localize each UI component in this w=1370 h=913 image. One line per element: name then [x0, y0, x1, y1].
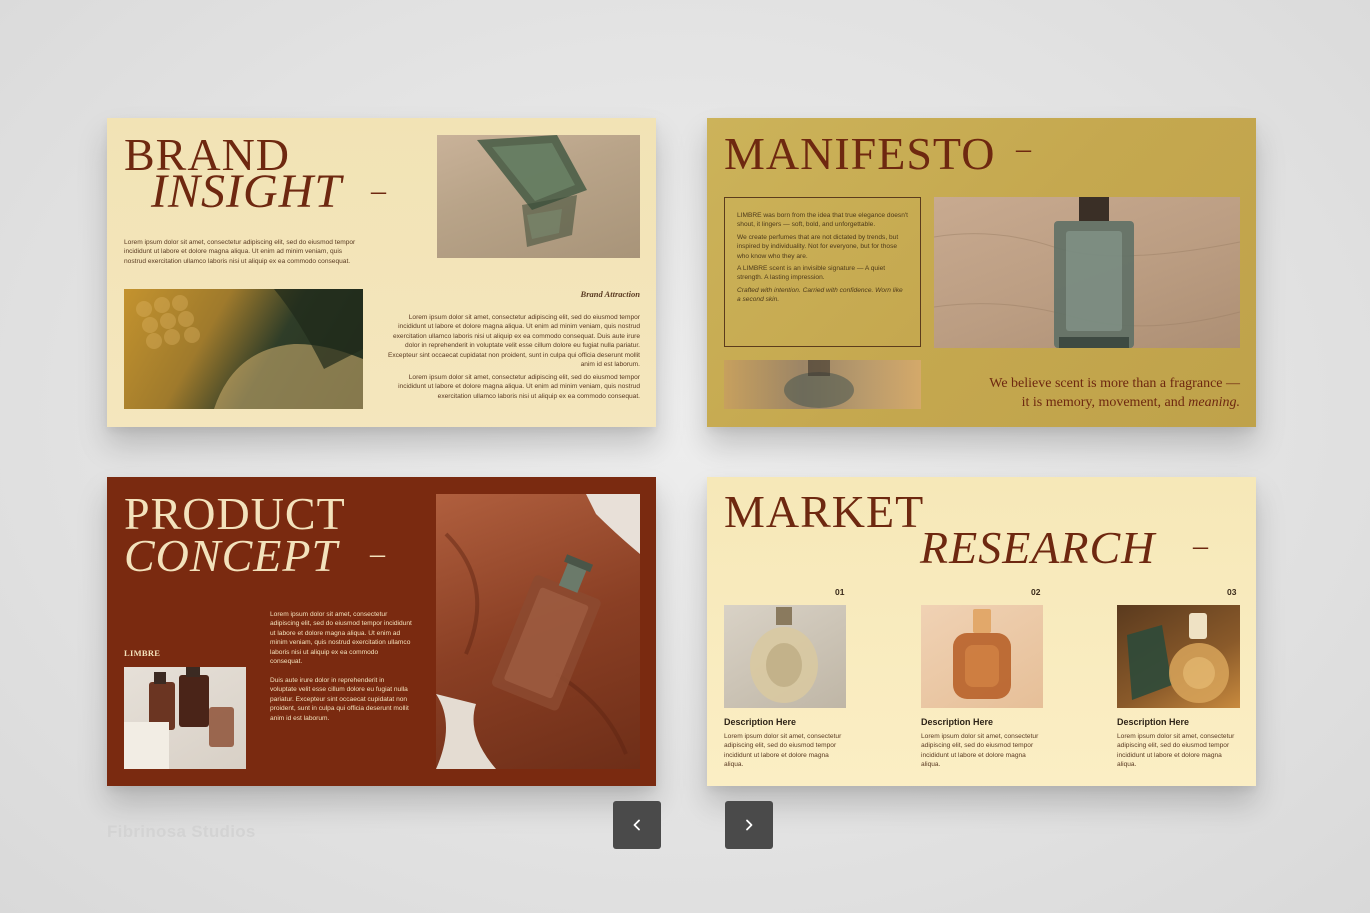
market-research-title-line1: MARKET	[724, 486, 925, 537]
chevron-left-icon	[633, 819, 640, 831]
manifesto-title: MANIFESTO	[724, 128, 996, 179]
brand-insight-intro: Lorem ipsum dolor sit amet, consectetur …	[124, 239, 356, 265]
slide-market-research[interactable]: MARKET RESEARCH – 01 Description Here Lo…	[707, 477, 1256, 786]
research-item-number-3: 03	[1227, 587, 1237, 597]
bottles-group-photo	[124, 667, 246, 769]
manifesto-quote-line1: We believe scent is more than a fragranc…	[989, 376, 1240, 391]
chevron-right-icon	[746, 819, 753, 831]
manifesto-quote: We believe scent is more than a fragranc…	[989, 374, 1240, 412]
market-research-title-line2: RESEARCH	[920, 522, 1156, 573]
bottle-on-fabric-photo	[436, 494, 640, 769]
product-concept-para1: Lorem ipsum dolor sit amet, consectetur …	[270, 611, 412, 666]
research-item-text-2: Lorem ipsum dolor sit amet, consectetur …	[921, 733, 1039, 769]
research-item-number-1: 01	[835, 587, 845, 597]
research-item-text-3: Lorem ipsum dolor sit amet, consectetur …	[1117, 733, 1235, 769]
product-concept-para2: Duis aute irure dolor in reprehenderit i…	[270, 677, 409, 722]
limbre-label: LIMBRE	[124, 648, 161, 658]
product-concept-dash: –	[370, 537, 385, 570]
market-research-dash: –	[1193, 529, 1208, 562]
amber-glass-photo	[124, 289, 363, 409]
slide-brand-insight[interactable]: BRAND INSIGHT – Lorem ipsum dolor sit am…	[107, 118, 656, 427]
bottle-on-sand-photo	[934, 197, 1240, 348]
next-slide-button[interactable]	[725, 801, 773, 849]
research-photo-1	[724, 605, 846, 708]
brand-insight-para1: Lorem ipsum dolor sit amet, consectetur …	[387, 314, 640, 369]
manifesto-box-p1: LIMBRE was born from the idea that true …	[737, 212, 908, 229]
manifesto-box-p2: We create perfumes that are not dictated…	[737, 233, 899, 260]
research-item-text-1: Lorem ipsum dolor sit amet, consectetur …	[724, 733, 842, 769]
slide-manifesto[interactable]: MANIFESTO – LIMBRE was born from the ide…	[707, 118, 1256, 427]
research-photo-3	[1117, 605, 1240, 708]
manifesto-quote-emphasis: meaning.	[1188, 395, 1240, 410]
brand-insight-para2: Lorem ipsum dolor sit amet, consectetur …	[398, 374, 640, 400]
brand-insight-dash: –	[371, 174, 386, 207]
research-photo-2	[921, 605, 1043, 708]
manifesto-quote-line2: it is memory, movement, and meaning.	[1021, 395, 1240, 410]
studio-watermark: Fibrinosa Studios	[107, 822, 256, 841]
brand-insight-title-line2: INSIGHT	[151, 165, 343, 218]
manifesto-box-p4: Crafted with intention. Carried with con…	[737, 286, 903, 304]
research-item-heading-1: Description Here	[724, 717, 797, 727]
blurred-bottle-photo	[724, 360, 921, 409]
research-item-heading-2: Description Here	[921, 717, 994, 727]
manifesto-box-p3: A LIMBRE scent is an invisible signature…	[737, 265, 886, 282]
prev-slide-button[interactable]	[613, 801, 661, 849]
manifesto-text-box: LIMBRE was born from the idea that true …	[724, 197, 921, 347]
manifesto-dash: –	[1016, 132, 1031, 165]
research-item-heading-3: Description Here	[1117, 717, 1190, 727]
green-bottle-photo	[437, 135, 640, 258]
brand-attraction-heading: Brand Attraction	[580, 289, 640, 299]
research-item-number-2: 02	[1031, 587, 1041, 597]
slide-product-concept[interactable]: PRODUCT CONCEPT – LIMBRE Lorem ipsum dol…	[107, 477, 656, 786]
product-concept-title-line2: CONCEPT	[124, 530, 339, 581]
